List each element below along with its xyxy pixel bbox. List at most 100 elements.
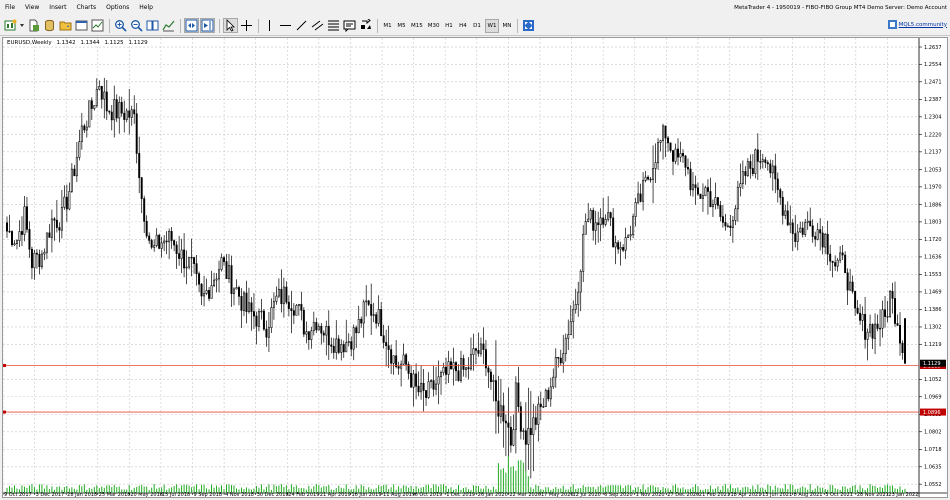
candle-bear [716, 197, 719, 206]
menu-help[interactable]: Help [134, 0, 158, 16]
menu-insert[interactable]: Insert [44, 0, 71, 16]
menu-file[interactable]: File [0, 0, 20, 16]
candle-bear [864, 314, 867, 340]
terminal-button[interactable] [74, 18, 89, 33]
candle-bull [247, 302, 250, 312]
candle-bear [876, 323, 879, 329]
menu-options[interactable]: Options [101, 0, 134, 16]
cursor-tool-button[interactable] [223, 18, 238, 33]
timeframe-m1[interactable]: M1 [381, 19, 394, 33]
menu-charts[interactable]: Charts [72, 0, 102, 16]
zoom-in-button[interactable] [113, 18, 128, 33]
vertical-line-button[interactable] [262, 18, 277, 33]
price-tick-label: 1.0969 [924, 395, 942, 401]
candle-bear [337, 338, 340, 353]
candle-bear [609, 212, 612, 219]
candle-bear [425, 390, 428, 398]
candle-bull [163, 240, 166, 244]
timeframe-w1[interactable]: W1 [484, 18, 500, 33]
candle-bull [659, 140, 662, 143]
candle-bear [622, 247, 625, 251]
candle-bear [759, 161, 762, 163]
chart-shift-button[interactable] [200, 18, 215, 33]
crosshair-tool-button[interactable] [239, 18, 254, 33]
candle-bear [781, 197, 784, 216]
timeframe-d1[interactable]: D1 [471, 19, 484, 33]
candle-bear [899, 325, 901, 344]
candle-bear [290, 308, 293, 311]
timeframe-h4[interactable]: H4 [457, 19, 470, 33]
tile-windows-button[interactable] [145, 18, 160, 33]
strategy-tester-button[interactable] [90, 18, 105, 33]
timeframe-m15[interactable]: M15 [409, 19, 425, 33]
candle-bear [327, 326, 330, 346]
candle-bear [230, 265, 233, 294]
auto-scroll-button[interactable] [184, 18, 199, 33]
candle-bear [494, 380, 497, 402]
channel-icon [311, 20, 324, 31]
workspace-button[interactable] [521, 18, 536, 33]
horizontal-line-button[interactable] [278, 18, 293, 33]
time-tick-label: 12 Jul 2020 [573, 492, 601, 497]
candle-bear [302, 310, 305, 335]
window-title: MetaTrader 4 - 1950019 - FIBO-FIBO Group… [734, 5, 947, 11]
candle-bear [756, 149, 759, 162]
mql5-community-link[interactable]: MQL5.community [887, 20, 947, 29]
candle-bull [492, 380, 495, 382]
chart-window[interactable]: EURUSD,Weekly 1.1342 1.1344 1.1125 1.112… [2, 37, 948, 498]
candle-bear [148, 235, 151, 241]
candle-bull [412, 373, 415, 388]
profiles-button[interactable] [19, 18, 25, 33]
market-watch-button[interactable] [42, 18, 57, 33]
candle-bear [534, 417, 537, 425]
candle-bull [836, 259, 839, 267]
candle-bear [844, 254, 847, 274]
candle-bull [614, 242, 617, 248]
candle-bull [345, 342, 348, 353]
candle-bear [557, 356, 560, 359]
trendline-button[interactable] [294, 18, 309, 33]
arrows-button[interactable] [358, 18, 373, 33]
timeframe-mn[interactable]: MN [500, 19, 513, 33]
candle-bear [664, 125, 667, 139]
timeframe-m30[interactable]: M30 [426, 19, 442, 33]
text-label-icon [343, 20, 356, 32]
price-tick-label: 1.1720 [924, 237, 942, 243]
candle-bull [464, 367, 467, 370]
new-chart-button[interactable] [3, 18, 18, 33]
timeframe-h1[interactable]: H1 [443, 19, 456, 33]
candle-bear [904, 318, 906, 364]
chart-title: EURUSD,Weekly 1.1342 1.1344 1.1125 1.112… [6, 40, 152, 46]
candlestick-chart[interactable]: 1.2637 1.2554 1.2471 1.2387 1.2304 1.2220 1.21… [3, 38, 947, 497]
horizontal-level-marker [3, 364, 6, 368]
fibonacci-button[interactable] [326, 18, 341, 33]
candle-bear [751, 168, 754, 174]
timeframe-m5[interactable]: M5 [395, 19, 408, 33]
candle-bull [80, 125, 83, 142]
menu-view[interactable]: View [20, 0, 44, 16]
candle-bull [93, 105, 96, 109]
candle-bear [686, 167, 689, 170]
candle-bull [599, 217, 602, 226]
candle-bear [65, 196, 68, 210]
text-label-button[interactable] [342, 18, 357, 33]
candle-bull [889, 291, 892, 317]
navigator-button[interactable] [58, 18, 73, 33]
candle-bull [532, 417, 535, 436]
candle-bear [851, 281, 854, 292]
candle-bull [796, 231, 799, 242]
candle-bear [482, 343, 485, 350]
candle-bear [145, 220, 148, 237]
candle-bull [679, 153, 682, 158]
candle-bear [445, 366, 448, 375]
line-chart-button[interactable] [161, 18, 176, 33]
candle-bull [627, 235, 630, 238]
zoom-out-button[interactable] [129, 18, 144, 33]
price-tick-label: 1.1886 [924, 202, 942, 208]
equidistant-channel-button[interactable] [310, 18, 325, 33]
open-file-button[interactable] [26, 18, 41, 33]
candle-bear [455, 362, 457, 372]
candle-bear [342, 344, 345, 353]
mql5-icon [887, 20, 897, 29]
candle-bear [432, 380, 435, 390]
